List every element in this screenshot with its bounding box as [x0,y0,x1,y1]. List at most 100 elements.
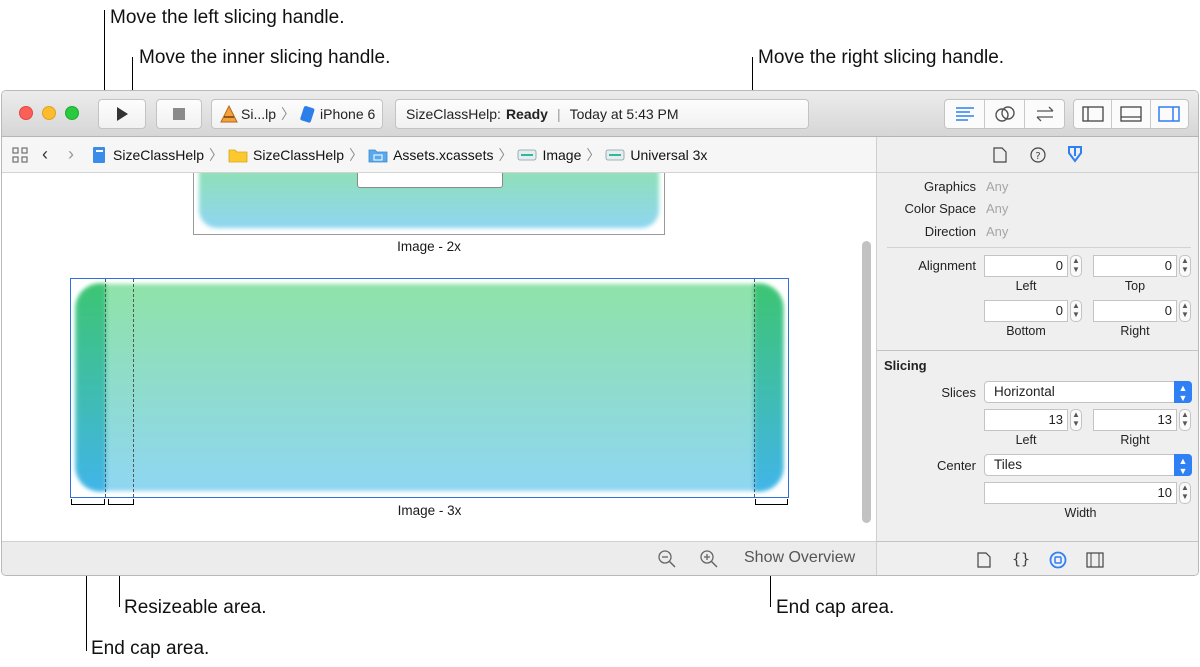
breadcrumb-asset-catalog-label: Assets.xcassets [393,146,494,163]
end-cap-right-bracket [755,499,788,505]
image-set-icon [518,149,537,160]
direction-label: Direction [924,224,976,239]
stop-button[interactable] [156,99,202,129]
show-overview-button[interactable]: Show Overview [744,549,855,567]
back-arrow-icon[interactable]: ‹ [42,144,48,165]
close-window-button[interactable] [19,106,33,120]
alignment-left-caption: Left [1015,279,1037,293]
breadcrumb-asset-catalog[interactable]: Assets.xcassets [368,147,493,163]
scheme-selector[interactable]: Si...lp 〉 iPhone 6 [211,99,383,129]
center-width-caption: Width [1064,506,1097,520]
canvas-scrollbar[interactable] [860,173,874,541]
center-label: Center [936,458,976,473]
minimize-window-button[interactable] [42,106,56,120]
version-editor-button[interactable] [1025,100,1064,128]
end-cap-right-callout: End cap area. [776,597,895,618]
related-items-grid-icon[interactable] [12,146,28,163]
navigator-toggle-icon [1082,106,1104,122]
canvas-bottom-bar: Show Overview [2,541,876,575]
view-toggle-segmented-control [1073,99,1189,129]
color-space-label: Color Space [904,201,976,216]
quick-help-icon[interactable]: ? [1030,147,1046,163]
iphone-device-icon [300,106,315,123]
slice-right-caption: Right [1120,433,1150,447]
left-slicing-handle[interactable] [105,279,106,497]
direction-value[interactable]: Any [986,224,1008,239]
slices-popup-value: Horizontal [994,384,1055,399]
device-label: iPhone 6 [320,106,376,122]
standard-editor-button[interactable] [945,100,985,128]
alignment-bottom-stepper[interactable]: ▲ ▼ [1070,300,1082,322]
image-2x-frame[interactable] [193,173,665,235]
standard-editor-icon [955,107,974,121]
image-3x-frame[interactable] [70,278,789,498]
end-cap-left-bracket [71,499,105,505]
breadcrumb-image-set[interactable]: Image [517,147,581,163]
library-bar: {} [877,541,1198,575]
image-3x-preview [76,284,783,491]
chevron-right-icon: 〉 [281,106,296,122]
attributes-inspector-icon[interactable] [1067,145,1083,163]
slice-left-stepper[interactable]: ▲ ▼ [1070,409,1082,431]
right-end-cap-region [754,284,783,491]
run-button[interactable] [98,99,146,129]
code-snippet-library-icon[interactable]: {} [1012,550,1030,568]
breadcrumb-image-slot[interactable]: Universal 3x [605,147,707,163]
inner-slicing-handle[interactable] [133,279,134,497]
debug-area-toggle-button[interactable] [1112,100,1151,128]
end-cap-left-callout: End cap area. [91,638,210,659]
scheme-label: Si...lp [241,106,277,122]
file-template-library-icon[interactable] [977,552,991,568]
slice-right-stepper[interactable]: ▲ ▼ [1179,409,1191,431]
assistant-editor-button[interactable] [985,100,1025,128]
breadcrumb-project-label: SizeClassHelp [113,146,205,163]
alignment-bottom-field[interactable]: 0 [984,300,1068,322]
graphics-label: Graphics [923,179,976,194]
right-slicing-handle[interactable] [754,279,755,497]
alignment-left-field[interactable]: 0 [984,255,1068,277]
breadcrumb-folder[interactable]: SizeClassHelp [228,147,344,163]
alignment-top-caption: Top [1124,279,1146,293]
alignment-right-stepper[interactable]: ▲ ▼ [1179,300,1191,322]
center-width-stepper[interactable]: ▲ ▼ [1179,482,1191,504]
zoom-in-icon[interactable] [699,549,719,569]
file-inspector-icon[interactable] [993,147,1007,163]
forward-arrow-icon[interactable]: › [68,144,74,165]
graphics-value[interactable]: Any [986,179,1008,194]
section-divider [877,350,1198,351]
run-icon [117,107,128,121]
center-popup[interactable]: Tiles ▲ ▼ [984,454,1192,476]
navigator-toggle-button[interactable] [1074,100,1113,128]
alignment-label: Alignment [918,258,976,273]
slice-right-field[interactable]: 13 [1093,409,1177,431]
image-2x-inner-box [357,173,503,188]
image-2x-label: Image - 2x [397,239,461,254]
color-space-value[interactable]: Any [986,201,1008,216]
utilities-inspector: ? Graphics Any Color Space Any Direction… [876,137,1198,575]
media-library-icon[interactable] [1086,552,1104,568]
toolbar: Si...lp 〉 iPhone 6 SizeClassHelp: Ready … [2,91,1198,137]
inner-handle-callout: Move the inner slicing handle. [139,47,391,68]
zoom-window-button[interactable] [65,106,79,120]
chevron-right-icon: 〉 [498,146,513,163]
center-width-field[interactable]: 10 [984,482,1177,504]
activity-status-view: SizeClassHelp: Ready | Today at 5:43 PM [395,99,809,129]
svg-text:?: ? [1035,151,1040,162]
center-popup-value: Tiles [994,457,1023,472]
breadcrumb-project[interactable]: SizeClassHelp [92,146,204,164]
object-library-icon[interactable] [1049,551,1067,569]
popup-arrows-icon: ▲ ▼ [1174,454,1192,476]
alignment-left-stepper[interactable]: ▲ ▼ [1070,255,1082,277]
slices-popup[interactable]: Horizontal ▲ ▼ [984,381,1192,403]
canvas-scroll-thumb[interactable] [862,241,871,523]
zoom-out-icon[interactable] [657,549,677,569]
utilities-toggle-button[interactable] [1151,100,1188,128]
breadcrumb-image-slot-label: Universal 3x [630,146,708,163]
alignment-top-stepper[interactable]: ▲ ▼ [1179,255,1191,277]
alignment-right-field[interactable]: 0 [1093,300,1177,322]
alignment-top-field[interactable]: 0 [1093,255,1177,277]
right-handle-callout: Move the right slicing handle. [758,47,1005,68]
status-divider: | [556,106,561,122]
editor-mode-segmented-control [944,99,1065,129]
slice-left-field[interactable]: 13 [984,409,1068,431]
